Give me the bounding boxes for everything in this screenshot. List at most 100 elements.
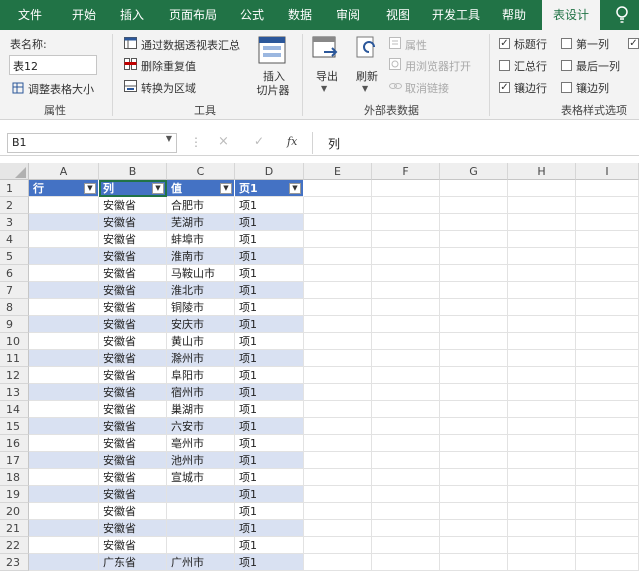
cell[interactable]	[508, 231, 576, 248]
table-cell[interactable]: 安徽省	[99, 486, 167, 503]
cell[interactable]	[440, 435, 508, 452]
table-cell[interactable]: 广东省	[99, 554, 167, 571]
row-header[interactable]: 18	[0, 469, 29, 486]
table-cell[interactable]: 安徽省	[99, 214, 167, 231]
table-cell[interactable]	[29, 452, 99, 469]
table-cell[interactable]: 广州市	[167, 554, 235, 571]
cell[interactable]	[440, 265, 508, 282]
insert-function-icon[interactable]: fx	[287, 135, 297, 148]
cell[interactable]	[576, 401, 639, 418]
cell[interactable]	[576, 503, 639, 520]
table-cell[interactable]: 安徽省	[99, 520, 167, 537]
row-header[interactable]: 21	[0, 520, 29, 537]
table-cell[interactable]: 项1	[235, 469, 304, 486]
cell[interactable]	[304, 197, 372, 214]
table-cell[interactable]: 项1	[235, 503, 304, 520]
open-in-browser-button[interactable]: 用浏览器打开	[405, 58, 471, 74]
table-cell[interactable]: 宿州市	[167, 384, 235, 401]
table-header-cell[interactable]: 行 ▼	[29, 180, 99, 197]
cell[interactable]	[576, 282, 639, 299]
table-cell[interactable]: 淮南市	[167, 248, 235, 265]
cell[interactable]	[304, 231, 372, 248]
row-header[interactable]: 7	[0, 282, 29, 299]
table-cell[interactable]	[29, 401, 99, 418]
export-dropdown-icon[interactable]: ▼	[321, 84, 327, 93]
cell[interactable]	[304, 469, 372, 486]
table-cell[interactable]: 安徽省	[99, 350, 167, 367]
cell[interactable]	[304, 537, 372, 554]
cell[interactable]	[304, 503, 372, 520]
table-cell[interactable]	[29, 197, 99, 214]
cell[interactable]	[372, 537, 440, 554]
refresh-dropdown-icon[interactable]: ▼	[362, 84, 368, 93]
table-cell[interactable]: 宣城市	[167, 469, 235, 486]
cell[interactable]	[508, 554, 576, 571]
table-cell[interactable]	[167, 486, 235, 503]
column-header[interactable]: D	[235, 163, 304, 180]
refresh-button[interactable]: 刷新	[356, 68, 378, 84]
cell[interactable]	[508, 282, 576, 299]
table-cell[interactable]	[29, 316, 99, 333]
cell[interactable]	[440, 554, 508, 571]
convert-to-range-button[interactable]: 转换为区域	[141, 80, 196, 96]
column-header[interactable]: I	[576, 163, 639, 180]
cell[interactable]	[576, 248, 639, 265]
table-cell[interactable]	[167, 503, 235, 520]
table-cell[interactable]: 合肥市	[167, 197, 235, 214]
name-box[interactable]: B1 ▼	[7, 133, 177, 153]
table-cell[interactable]: 安徽省	[99, 248, 167, 265]
cell[interactable]	[440, 503, 508, 520]
cell[interactable]	[372, 520, 440, 537]
cell[interactable]	[304, 265, 372, 282]
table-cell[interactable]: 安徽省	[99, 333, 167, 350]
last-column-checkbox[interactable]	[561, 60, 572, 71]
cell[interactable]	[508, 333, 576, 350]
unlink-button[interactable]: 取消链接	[405, 80, 449, 96]
cell[interactable]	[304, 350, 372, 367]
cell[interactable]	[440, 537, 508, 554]
table-cell[interactable]: 黄山市	[167, 333, 235, 350]
table-cell[interactable]	[29, 537, 99, 554]
cell[interactable]	[576, 333, 639, 350]
formula-input[interactable]: 列	[328, 135, 340, 152]
cell[interactable]	[508, 469, 576, 486]
table-cell[interactable]: 项1	[235, 520, 304, 537]
cell[interactable]	[372, 469, 440, 486]
cell[interactable]	[576, 486, 639, 503]
insert-slicer-label-2[interactable]: 切片器	[253, 82, 293, 98]
banded-columns-checkbox[interactable]	[561, 82, 572, 93]
cell[interactable]	[440, 299, 508, 316]
cell[interactable]	[304, 248, 372, 265]
table-cell[interactable]: 阜阳市	[167, 367, 235, 384]
cell[interactable]	[304, 435, 372, 452]
row-header[interactable]: 14	[0, 401, 29, 418]
cell[interactable]	[508, 197, 576, 214]
row-header[interactable]: 6	[0, 265, 29, 282]
cell[interactable]	[508, 248, 576, 265]
table-cell[interactable]	[29, 282, 99, 299]
table-cell[interactable]: 安徽省	[99, 299, 167, 316]
cell[interactable]	[576, 214, 639, 231]
cell[interactable]	[576, 537, 639, 554]
column-header[interactable]: A	[29, 163, 99, 180]
row-header[interactable]: 19	[0, 486, 29, 503]
cancel-icon[interactable]: ×	[218, 134, 229, 149]
row-header[interactable]: 15	[0, 418, 29, 435]
cell[interactable]	[372, 333, 440, 350]
cell[interactable]	[440, 367, 508, 384]
cell[interactable]	[440, 469, 508, 486]
cell[interactable]	[508, 367, 576, 384]
row-header[interactable]: 12	[0, 367, 29, 384]
cell[interactable]	[440, 384, 508, 401]
cell[interactable]	[372, 231, 440, 248]
table-cell[interactable]: 项1	[235, 231, 304, 248]
cell[interactable]	[576, 299, 639, 316]
cell[interactable]	[440, 333, 508, 350]
row-header[interactable]: 11	[0, 350, 29, 367]
cell[interactable]	[508, 384, 576, 401]
cell[interactable]	[576, 469, 639, 486]
cell[interactable]	[576, 197, 639, 214]
table-cell[interactable]	[29, 333, 99, 350]
tell-me-icon[interactable]	[608, 0, 636, 30]
table-cell[interactable]: 项1	[235, 299, 304, 316]
